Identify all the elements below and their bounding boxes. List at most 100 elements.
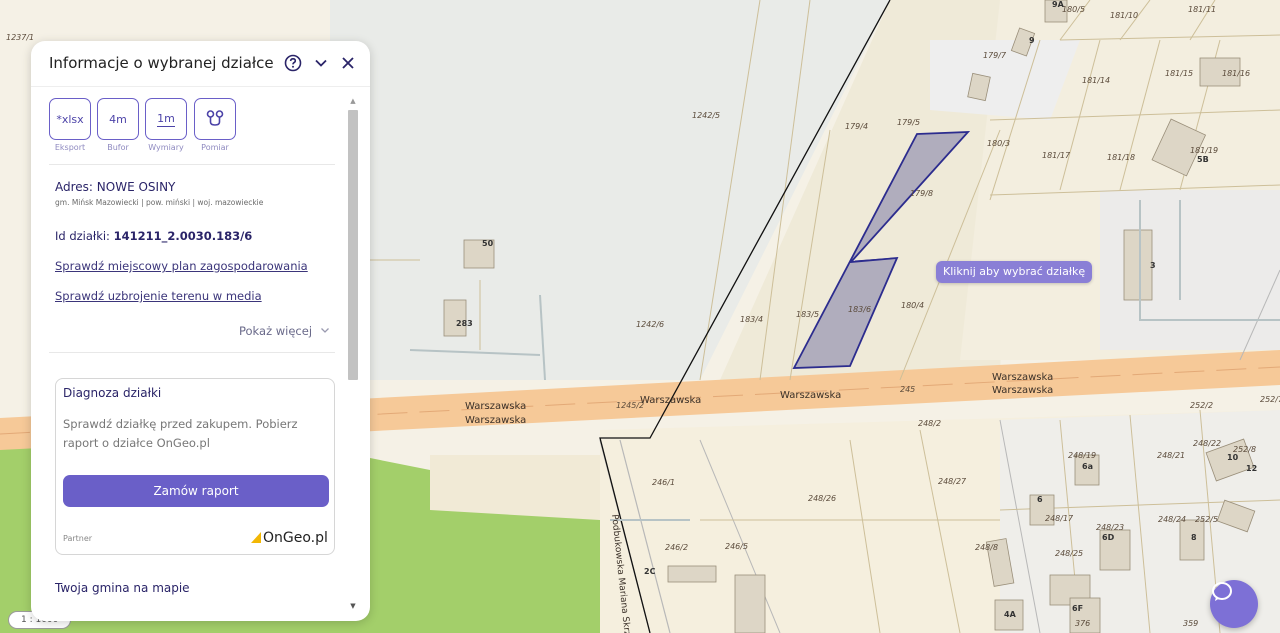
building-label: 2C [644,567,656,576]
measure-label: Pomiar [201,143,229,152]
parcel-label: 181/17 [1042,151,1071,160]
close-icon [342,57,354,69]
panel-scrollbar[interactable]: ▲ ▼ [348,96,358,611]
parcel-label: 248/22 [1193,439,1222,448]
parcel-label: 181/16 [1222,69,1251,78]
address-label: Adres: NOWE OSINY [55,180,176,194]
show-more-label: Pokaż więcej [239,324,313,338]
dimensions-label: Wymiary [148,143,184,152]
show-more-button[interactable]: Pokaż więcej [239,324,330,338]
parcel-label: 248/26 [808,494,837,503]
building-label: 9A [1052,0,1064,9]
parcel-label: 252/2 [1190,401,1214,410]
parcel-label: 180/5 [1062,5,1086,14]
parcel-label: 248/27 [938,477,967,486]
xlsx-icon: *xlsx [56,112,84,126]
measure-button[interactable] [194,98,236,140]
parcel-label: 252/7 [1260,395,1280,404]
ongeo-logo-icon [251,532,261,543]
divider [49,352,335,353]
street-label: Warszawska [992,372,1054,383]
building-label: 9 [1029,36,1035,45]
parcel-label: 248/2 [918,419,942,428]
parcel-label: 183/6 [848,305,872,314]
parcel-label: 179/4 [845,122,869,131]
utilities-link[interactable]: Sprawdź uzbrojenie terenu w media [55,289,262,303]
divider [49,164,335,165]
building-label: 10 [1227,453,1239,462]
parcel-label: 248/24 [1158,515,1187,524]
building-label: 4A [1004,610,1016,619]
partner-name: OnGeo.pl [263,530,328,546]
building-label: 6D [1102,533,1115,542]
building-label: 6a [1082,462,1093,471]
building-label: 12 [1246,464,1258,473]
building-label: 8 [1191,533,1197,542]
panel-title: Informacje o wybranej działce [49,54,274,72]
measure-icon [206,110,224,126]
gmina-section-title: Twoja gmina na mapie [55,581,190,595]
panel-body[interactable]: *xlsx Eksport 4m Bufor 1m Wymiary Pomiar… [31,88,370,621]
help-button[interactable] [283,53,303,73]
parcel-id-label: Id działki: [55,229,114,243]
parcel-label: 181/11 [1188,5,1217,14]
diagnosis-description: Sprawdź działkę przed zakupem. Pobierz r… [63,417,298,450]
street-label: Warszawska [780,390,842,401]
zoning-plan-link[interactable]: Sprawdź miejscowy plan zagospodarowania [55,259,308,273]
parcel-label: 246/1 [652,478,676,487]
parcel-label: 179/5 [897,118,921,127]
map-tooltip: Kliknij aby wybrać działkę [936,261,1093,283]
partner-logo[interactable]: OnGeo.pl [251,530,328,546]
scroll-down-icon[interactable]: ▼ [348,601,358,611]
parcel-label: 179/7 [983,51,1007,60]
parcel-label: 180/4 [901,301,925,310]
parcel-label: 181/18 [1107,153,1136,162]
parcel-info-panel: Informacje o wybranej działce *xlsx Eksp… [31,41,370,621]
parcel-label: 181/19 [1190,146,1219,155]
parcel-label: 248/17 [1045,514,1074,523]
street-label: Warszawska [465,401,527,412]
parcel-label: 359 [1183,619,1199,628]
street-label: Warszawska [640,395,702,406]
parcel-label: 246/5 [725,542,749,551]
close-button[interactable] [338,53,358,73]
street-label: Warszawska [465,415,527,426]
building-label: 6 [1037,495,1043,504]
parcel-label: 248/23 [1096,523,1125,532]
chat-button[interactable] [1210,580,1258,628]
chevron-down-icon [320,328,329,333]
order-report-button[interactable]: Zamów raport [63,475,329,507]
building-label: 50 [482,239,494,248]
building-label: 5B [1197,155,1209,164]
buffer-button[interactable]: 4m [97,98,139,140]
parcel-label: 1242/5 [692,111,721,120]
ruler-icon: 1m [157,111,175,127]
chat-icon [1212,582,1232,601]
diagnosis-title: Diagnoza działki [63,386,162,400]
export-button[interactable]: *xlsx [49,98,91,140]
collapse-button[interactable] [311,53,331,73]
parcel-label: 180/3 [987,139,1011,148]
parcel-label: 248/25 [1055,549,1084,558]
parcel-label: 181/15 [1165,69,1194,78]
panel-header: Informacje o wybranej działce [31,41,370,87]
parcel-label: 1242/6 [636,320,665,329]
address-sub: gm. Mińsk Mazowiecki | pow. miński | woj… [55,198,264,207]
parcel-label: 248/19 [1068,451,1097,460]
parcel-id-value: 141211_2.0030.183/6 [113,229,253,243]
partner-label: Partner [63,534,93,543]
scroll-up-icon[interactable]: ▲ [348,96,358,106]
building-label: 3 [1150,261,1156,270]
parcel-label: 183/5 [796,310,820,319]
parcel-label: 179/8 [910,189,934,198]
parcel-label: 248/21 [1157,451,1186,460]
parcel-label: 252/5 [1195,515,1219,524]
parcel-label: 181/14 [1082,76,1111,85]
parcel-label: 246/2 [665,543,689,552]
dimensions-button[interactable]: 1m [145,98,187,140]
scroll-thumb[interactable] [348,110,358,380]
street-label: Warszawska [992,385,1054,396]
export-label: Eksport [54,143,86,152]
building-label: 6F [1072,604,1084,613]
parcel-label: 183/4 [740,315,764,324]
